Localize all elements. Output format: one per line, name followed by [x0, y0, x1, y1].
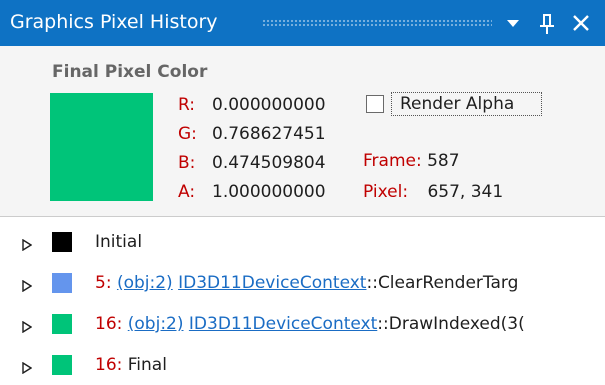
history-list: Initial 5: (obj:2) ID3D11DeviceContext::… — [0, 219, 605, 385]
pixel-value: 657, 341 — [427, 182, 504, 202]
expand-arrow-icon[interactable] — [22, 359, 33, 375]
event-index: 5: — [95, 273, 112, 293]
panel-divider — [0, 216, 605, 217]
object-link[interactable]: (obj:2) — [117, 273, 173, 293]
color-swatch — [52, 314, 72, 334]
drag-grip[interactable] — [262, 19, 492, 26]
section-title: Final Pixel Color — [52, 62, 208, 82]
pixel-label: Pixel: — [363, 182, 409, 202]
context-link[interactable]: ID3D11DeviceContext — [178, 273, 366, 293]
frame-info: Frame: 587 — [363, 150, 460, 172]
call-text: ::ClearRenderTarg — [366, 273, 519, 293]
component-b-label: B: — [178, 153, 196, 173]
component-r-label: R: — [178, 95, 196, 115]
final-color-swatch — [50, 93, 153, 201]
render-alpha-checkbox[interactable] — [366, 95, 384, 113]
component-r: R: 0.000000000 — [178, 94, 326, 116]
window-title: Graphics Pixel History — [10, 11, 218, 33]
color-swatch — [52, 355, 72, 375]
component-a-value: 1.000000000 — [212, 182, 326, 202]
history-row-draw[interactable]: 16: (obj:2) ID3D11DeviceContext::DrawInd… — [0, 304, 605, 344]
close-icon[interactable] — [568, 8, 594, 38]
frame-value: 587 — [427, 151, 460, 171]
context-link[interactable]: ID3D11DeviceContext — [189, 314, 377, 334]
call-text: ::DrawIndexed(3( — [377, 314, 525, 334]
component-g-label: G: — [178, 124, 197, 144]
history-entry-text: 16: (obj:2) ID3D11DeviceContext::DrawInd… — [95, 312, 525, 336]
component-b: B: 0.474509804 — [178, 152, 326, 174]
component-g-value: 0.768627451 — [212, 124, 326, 144]
render-alpha-label[interactable]: Render Alpha — [391, 92, 542, 116]
history-entry-text: Initial — [95, 230, 142, 254]
component-r-value: 0.000000000 — [212, 95, 326, 115]
color-swatch — [52, 232, 72, 252]
component-g: G: 0.768627451 — [178, 123, 326, 145]
history-row-clear[interactable]: 5: (obj:2) ID3D11DeviceContext::ClearRen… — [0, 263, 605, 303]
chevron-down-icon[interactable] — [500, 8, 526, 38]
color-swatch — [52, 273, 72, 293]
expand-arrow-icon[interactable] — [22, 277, 33, 293]
call-text: Final — [127, 355, 167, 375]
frame-label: Frame: — [363, 151, 422, 171]
expand-arrow-icon[interactable] — [22, 318, 33, 334]
pin-icon[interactable] — [534, 8, 560, 38]
history-row-final[interactable]: 16: Final — [0, 345, 605, 385]
component-b-value: 0.474509804 — [212, 153, 326, 173]
event-index: 16: — [95, 314, 123, 334]
object-link[interactable]: (obj:2) — [128, 314, 184, 334]
final-pixel-panel: Final Pixel Color R: 0.000000000 G: 0.7686… — [0, 46, 605, 216]
title-bar: Graphics Pixel History — [0, 0, 605, 46]
expand-arrow-icon[interactable] — [22, 236, 33, 252]
pixel-info: Pixel: 657, 341 — [363, 181, 503, 203]
history-entry-text: 16: Final — [95, 353, 167, 377]
call-text: Initial — [95, 232, 143, 252]
history-entry-text: 5: (obj:2) ID3D11DeviceContext::ClearRen… — [95, 271, 518, 295]
component-a-label: A: — [178, 182, 196, 202]
history-row-initial[interactable]: Initial — [0, 222, 605, 262]
event-index: 16: — [95, 355, 123, 375]
component-a: A: 1.000000000 — [178, 181, 326, 203]
